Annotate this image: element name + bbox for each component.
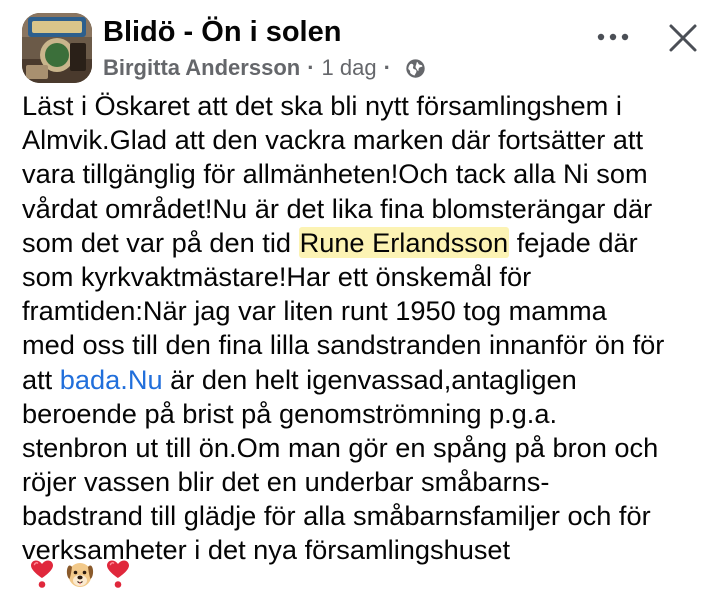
- post-line: vårdat området!Nu är det lika fina bloms…: [22, 192, 653, 224]
- post-line: beroende på brist på genomströmning p.g.…: [22, 397, 558, 429]
- post-line: Almvik.Glad att den vackra marken där fo…: [22, 124, 644, 156]
- emoji-row: [26, 557, 134, 591]
- post-body: Läst i Öskaret att det ska bli nytt förs…: [22, 89, 712, 568]
- post-text-segment: som det var på den tid: [22, 226, 299, 258]
- close-icon[interactable]: [666, 21, 700, 55]
- dog-face-icon: [66, 563, 94, 587]
- post-line: som det var på den tid Rune Erlandsson f…: [22, 226, 712, 260]
- heart-exclamation-icon: [31, 560, 53, 588]
- post-text-segment: är den helt igenvassad,antagligen: [162, 363, 577, 395]
- user-mention[interactable]: Rune Erlandsson: [298, 226, 510, 258]
- post-header: Blidö - Ön i solen Birgitta Andersson · …: [0, 0, 721, 90]
- post-line: stenbron ut till ön.Om man gör en spång …: [22, 431, 659, 463]
- post-line: röjer vassen blir det en underbar småbar…: [22, 466, 550, 498]
- post-text-segment: att: [22, 363, 60, 395]
- more-horizontal-icon[interactable]: [594, 22, 632, 52]
- post-line: framtiden:När jag var liten runt 1950 to…: [22, 295, 607, 327]
- post-text-segment: fejade där: [509, 226, 638, 258]
- author-name[interactable]: Birgitta Andersson: [103, 55, 300, 81]
- post-meta: Birgitta Andersson · 1 dag ·: [103, 55, 426, 81]
- post-line: med oss till den fina lilla sandstranden…: [22, 329, 665, 361]
- group-name[interactable]: Blidö - Ön i solen: [103, 14, 426, 50]
- meta-separator: ·: [307, 55, 315, 80]
- meta-separator: ·: [383, 55, 391, 80]
- header-text: Blidö - Ön i solen Birgitta Andersson · …: [103, 14, 426, 81]
- facebook-post: Blidö - Ön i solen Birgitta Andersson · …: [0, 0, 721, 600]
- globe-icon: [406, 58, 425, 78]
- post-line: badstrand till glädje för alla småbarnsf…: [22, 500, 651, 532]
- heart-exclamation-icon: [107, 560, 129, 588]
- inline-link[interactable]: bada.Nu: [60, 364, 163, 395]
- post-line: att bada.Nu är den helt igenvassad,antag…: [22, 363, 712, 397]
- post-timestamp[interactable]: 1 dag: [322, 55, 377, 81]
- post-line: Läst i Öskaret att det ska bli nytt förs…: [22, 90, 622, 121]
- group-avatar[interactable]: [22, 13, 92, 83]
- post-line: som kyrkvaktmästare!Har ett önskemål för: [22, 260, 532, 292]
- post-line: vara tillgänglig för allmänheten!Och tac…: [22, 158, 648, 190]
